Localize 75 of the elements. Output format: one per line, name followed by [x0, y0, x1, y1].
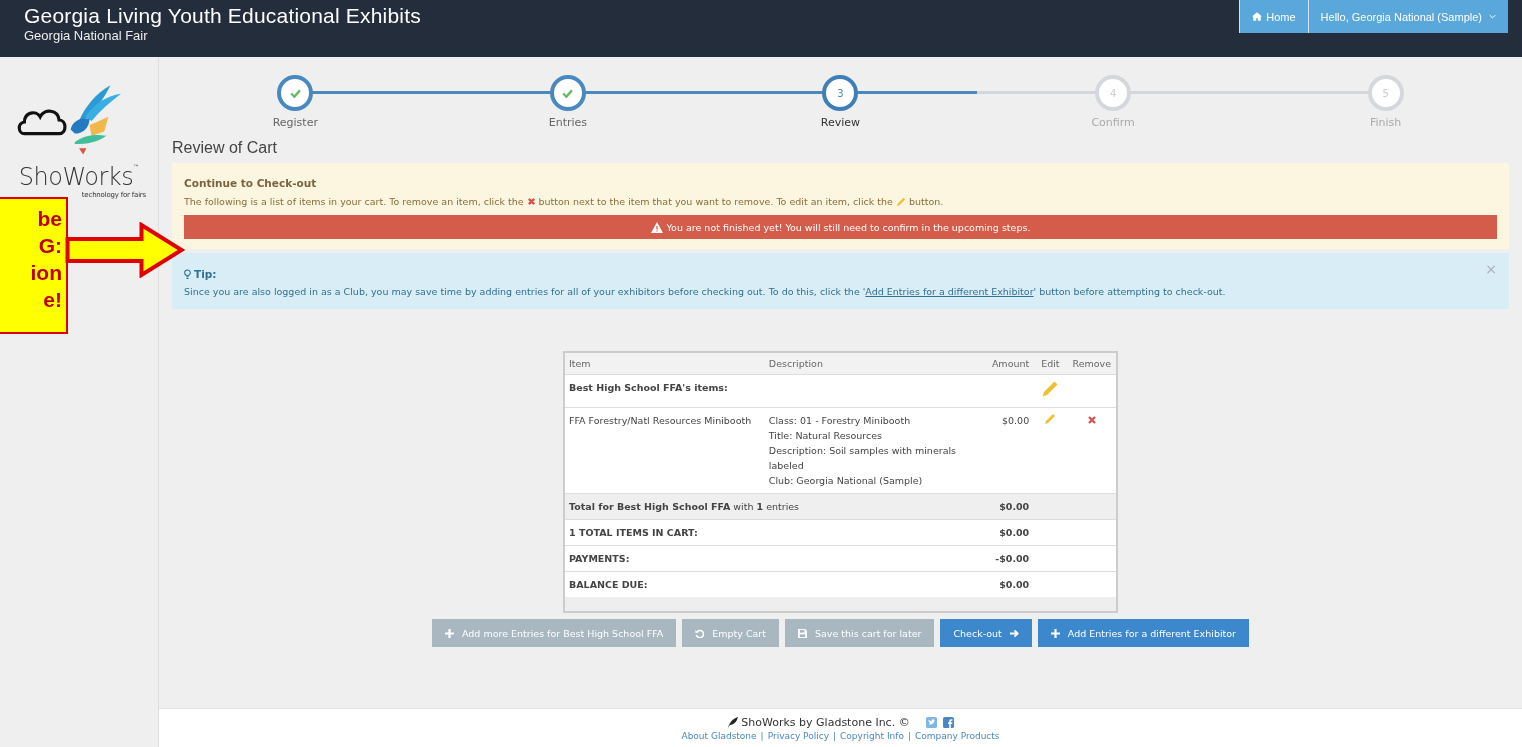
step-label: Register: [272, 116, 318, 129]
item-name: FFA Forestry/Natl Resources Minibooth: [565, 407, 765, 494]
column-header: Item: [565, 353, 765, 375]
total-amount: $0.00: [974, 493, 1034, 520]
logo-name: ShoWorks: [18, 163, 134, 191]
group-label: Best High School FFA's items:: [565, 374, 1034, 408]
notice-title: Continue to Check-out: [184, 177, 318, 189]
description-line: Description: Soil samples with minerals labeled: [768, 444, 958, 473]
step-label: Entries: [548, 116, 588, 129]
footer-brand: ShoWorks by Gladstone Inc. ©: [741, 716, 910, 729]
summary-amount: $0.00: [974, 571, 1034, 597]
notice-text: button.: [908, 196, 944, 207]
summary-amount: -$0.00: [974, 545, 1034, 572]
remove-button[interactable]: [1086, 413, 1097, 425]
pencil-icon: [895, 196, 906, 207]
link-separator: |: [760, 731, 764, 741]
notice-text: button next to the item that you want to remove. To edit an item, click the: [538, 196, 893, 207]
column-header: Description: [764, 353, 975, 375]
save-icon: [798, 628, 807, 638]
action-button[interactable]: Add Entries for a different Exhibitor: [1037, 619, 1249, 647]
annotation-text: be: [37, 206, 62, 232]
description-line: Club: Georgia National (Sample): [768, 474, 924, 488]
description-line: Class: 01 - Forestry Minibooth: [768, 414, 912, 428]
link-separator: |: [907, 731, 911, 741]
footer-link[interactable]: Copyright Info: [840, 731, 904, 741]
site-title: Georgia Living Youth Educational Exhibits: [24, 4, 421, 28]
warning-text: You are not finished yet! You will still need to confirm in the upcoming steps.: [666, 221, 1031, 233]
step-label: Finish: [1370, 116, 1402, 129]
item-amount: $0.00: [974, 407, 1034, 494]
close-button[interactable]: ×: [1485, 261, 1497, 277]
footer-link[interactable]: Company Products: [914, 731, 1000, 741]
user-menu[interactable]: Hello, Georgia National (Sample): [1307, 0, 1508, 33]
tip-text: ' button before attempting to check-out.: [1033, 286, 1226, 297]
summary-label: BALANCE DUE:: [565, 571, 975, 597]
site-subtitle: Georgia National Fair: [24, 28, 149, 43]
step-label: Review: [820, 116, 861, 129]
feather-icon: [727, 717, 739, 728]
summary-label: 1 TOTAL ITEMS IN CART:: [565, 519, 975, 546]
annotation-text: G:: [38, 233, 62, 259]
check-icon: [289, 88, 301, 98]
plus-icon: [1050, 628, 1060, 638]
notice-text: The following is a list of items in your cart. To remove an item, click the: [184, 196, 524, 207]
home-icon: [1252, 12, 1263, 21]
check-icon: [562, 88, 574, 98]
arrow-right-icon: [1009, 628, 1019, 638]
column-header: Amount: [974, 353, 1034, 375]
footer-link[interactable]: About Gladstone: [681, 731, 757, 741]
tip-text: Since you are also logged in as a Club, you may save time by adding entries for all of your exhibitors before checking out. To do this, click the ': [184, 286, 866, 297]
action-button[interactable]: Check-out: [940, 619, 1032, 647]
step-label: Confirm: [1091, 116, 1135, 129]
total-label: Total for Best High School FFA with 1 entries: [565, 493, 975, 520]
warning-icon: [650, 221, 663, 233]
column-header: Remove: [1067, 353, 1116, 375]
plus-icon: [444, 628, 454, 638]
edit-button[interactable]: [1041, 380, 1060, 398]
twitter-icon[interactable]: [925, 717, 937, 728]
footer-link[interactable]: Privacy Policy: [767, 731, 829, 741]
undo-icon: [695, 628, 705, 638]
chevron-down-icon: [1489, 14, 1496, 19]
tip-title: Tip:: [194, 268, 217, 280]
column-header: Edit: [1033, 353, 1068, 375]
annotation-text: ion: [30, 260, 62, 286]
close-icon: [526, 197, 536, 206]
home-link[interactable]: Home: [1239, 0, 1308, 33]
link-separator: |: [833, 731, 837, 741]
edit-button[interactable]: [1044, 413, 1057, 425]
summary-amount: $0.00: [974, 519, 1034, 546]
facebook-icon[interactable]: [942, 717, 954, 728]
step-marker: 3: [822, 75, 859, 111]
add-entries-link[interactable]: Add Entries for a different Exhibitor: [865, 286, 1034, 297]
lightbulb-icon: [184, 268, 191, 280]
annotation-text: e!: [43, 287, 62, 313]
page-title: Review of Cart: [172, 139, 278, 157]
description-line: Title: Natural Resources: [768, 429, 883, 443]
summary-label: PAYMENTS:: [565, 545, 975, 572]
